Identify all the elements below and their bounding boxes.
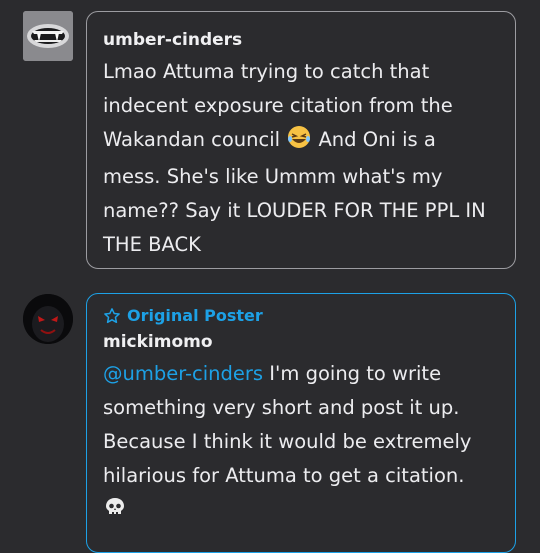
- red-eyed-figure-icon: [23, 294, 73, 344]
- comment-username[interactable]: mickimomo: [103, 332, 499, 352]
- badge-label: Original Poster: [127, 306, 263, 325]
- star-outline-icon: [104, 308, 120, 324]
- user-mention-link[interactable]: @umber-cinders: [103, 362, 263, 385]
- comment-bubble: umber-cinders Lmao Attuma trying to catc…: [86, 11, 516, 269]
- comment-text: @umber-cinders I'm going to write someth…: [103, 357, 499, 530]
- avatar[interactable]: [23, 11, 73, 61]
- comment-username[interactable]: umber-cinders: [103, 30, 499, 50]
- skull-emoji-icon: [103, 495, 127, 530]
- comment-text: Lmao Attuma trying to catch that indecen…: [103, 55, 499, 262]
- comment-bubble-op: Original Poster mickimomo @umber-cinders…: [86, 293, 516, 553]
- vampire-fangs-icon: [23, 11, 73, 61]
- original-poster-badge: Original Poster: [103, 306, 499, 326]
- laughing-emoji-icon: [286, 125, 312, 160]
- avatar[interactable]: [23, 294, 73, 344]
